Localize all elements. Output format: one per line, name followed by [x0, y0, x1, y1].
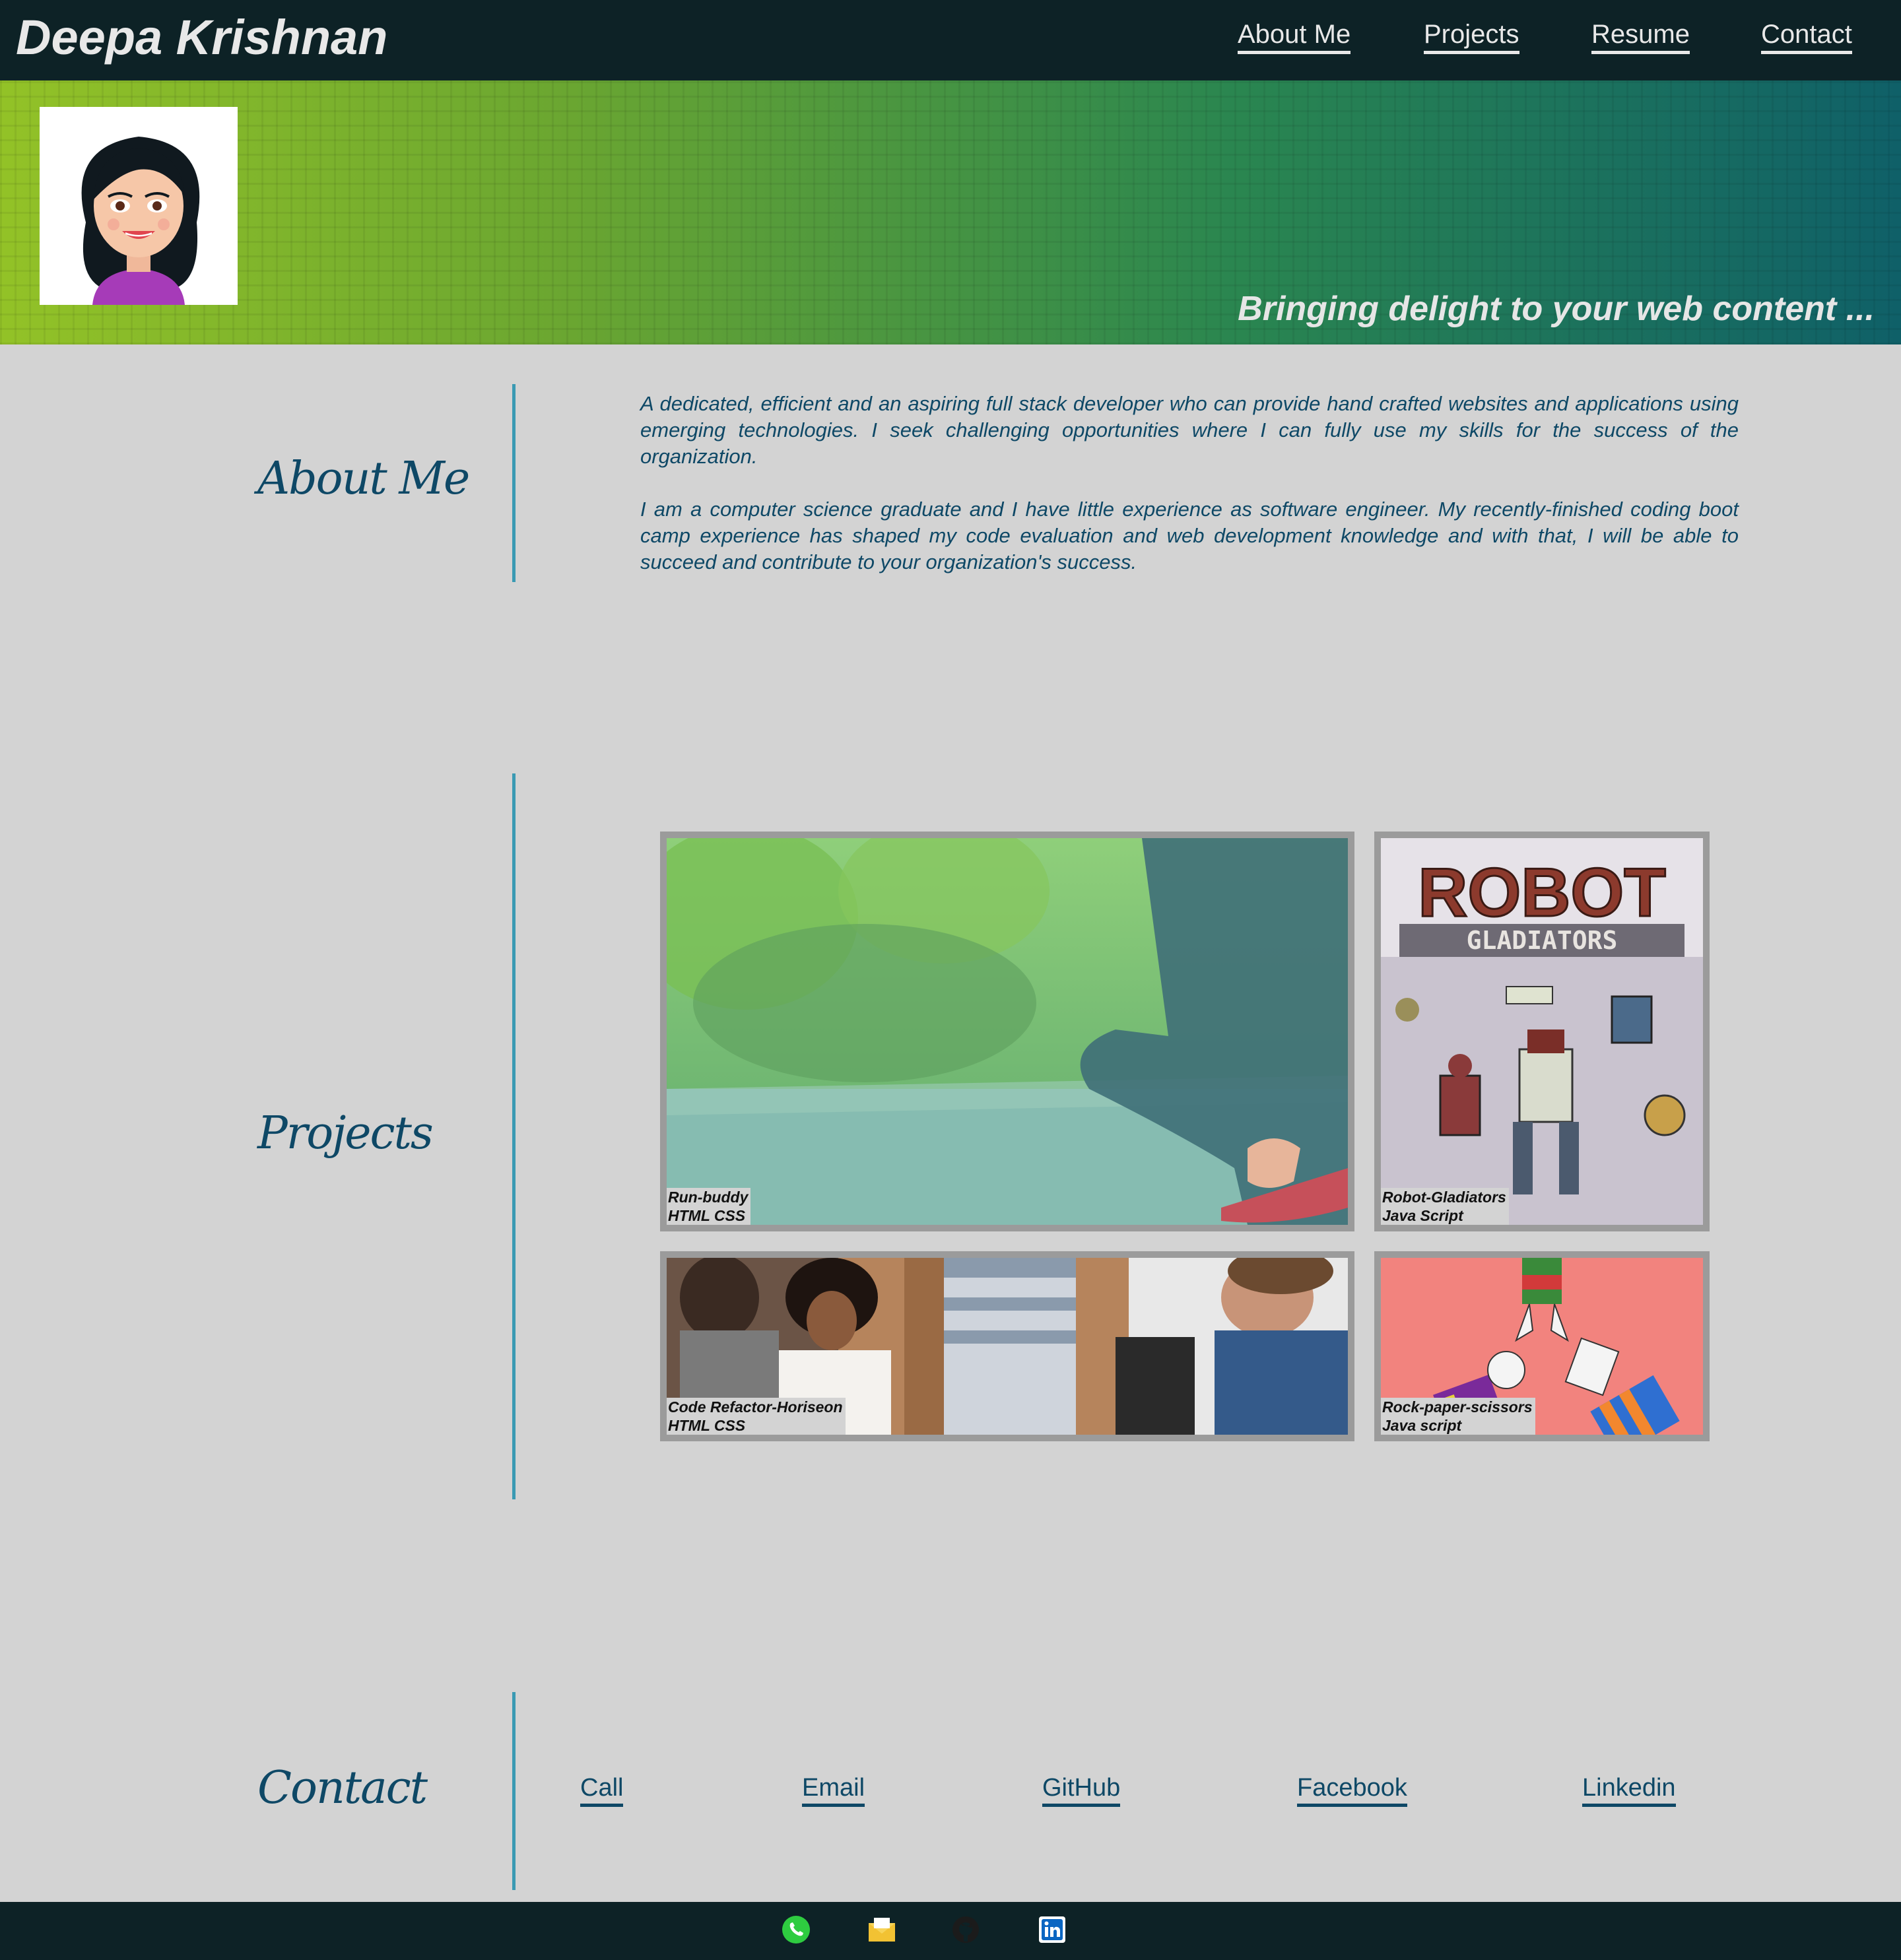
about-text: A dedicated, efficient and an aspiring f… [640, 391, 1739, 575]
avatar [40, 107, 238, 305]
robot-logo-subtitle: GLADIATORS [1467, 926, 1618, 955]
contact-github-link[interactable]: GitHub [1042, 1774, 1121, 1807]
phone-icon[interactable] [782, 1915, 811, 1944]
project-tech: HTML CSS [668, 1417, 746, 1434]
project-label-rock-paper-scissors: Rock-paper-scissors Java script [1381, 1398, 1535, 1435]
projects-title: Projects [257, 1107, 434, 1160]
hero-tagline: Bringing delight to your web content ... [1238, 290, 1875, 328]
project-card-run-buddy[interactable]: Run-buddy HTML CSS [660, 832, 1354, 1231]
footer [0, 1902, 1901, 1960]
contact-divider [512, 1692, 516, 1890]
run-buddy-image [667, 838, 1348, 1225]
project-label-robot-gladiators: Robot-Gladiators Java Script [1381, 1188, 1509, 1225]
nav-projects[interactable]: Projects [1424, 20, 1519, 54]
nav-resume[interactable]: Resume [1591, 20, 1690, 54]
robot-gladiators-image: ROBOT GLADIATORS [1381, 838, 1703, 1225]
nav-contact[interactable]: Contact [1761, 20, 1852, 54]
project-tech: HTML CSS [668, 1207, 746, 1224]
contact-title: Contact [257, 1762, 428, 1814]
project-name: Code Refactor-Horiseon [668, 1398, 843, 1416]
project-label-code-refactor-horiseon: Code Refactor-Horiseon HTML CSS [667, 1398, 846, 1435]
robot-logo-title: ROBOT [1418, 855, 1666, 931]
about-paragraph-2: I am a computer science graduate and I h… [640, 498, 1739, 573]
contact-call-link[interactable]: Call [580, 1774, 624, 1807]
project-name: Rock-paper-scissors [1382, 1398, 1533, 1416]
project-card-robot-gladiators[interactable]: ROBOT GLADIATORS Robot-Gladiators Java S… [1374, 832, 1710, 1231]
github-icon[interactable] [951, 1915, 980, 1944]
project-name: Run-buddy [668, 1189, 749, 1206]
contact-linkedin-link[interactable]: Linkedin [1582, 1774, 1676, 1807]
email-icon[interactable] [867, 1915, 896, 1944]
project-label-run-buddy: Run-buddy HTML CSS [667, 1188, 751, 1225]
project-tech: Java script [1382, 1417, 1462, 1434]
contact-facebook-link[interactable]: Facebook [1297, 1774, 1407, 1807]
project-name: Robot-Gladiators [1382, 1189, 1506, 1206]
about-me-title: About Me [257, 453, 470, 505]
site-name[interactable]: Deepa Krishnan [16, 9, 387, 65]
linkedin-icon[interactable] [1038, 1915, 1067, 1944]
nav-about-me[interactable]: About Me [1238, 20, 1351, 54]
project-card-rock-paper-scissors[interactable]: Rock-paper-scissors Java script [1374, 1251, 1710, 1441]
projects-divider [512, 773, 516, 1499]
top-navbar: Deepa Krishnan About Me Projects Resume … [0, 0, 1901, 81]
about-paragraph-1: A dedicated, efficient and an aspiring f… [640, 392, 1739, 468]
project-card-code-refactor-horiseon[interactable]: Code Refactor-Horiseon HTML CSS [660, 1251, 1354, 1441]
about-divider [512, 384, 516, 582]
project-tech: Java Script [1382, 1207, 1463, 1224]
contact-email-link[interactable]: Email [802, 1774, 865, 1807]
